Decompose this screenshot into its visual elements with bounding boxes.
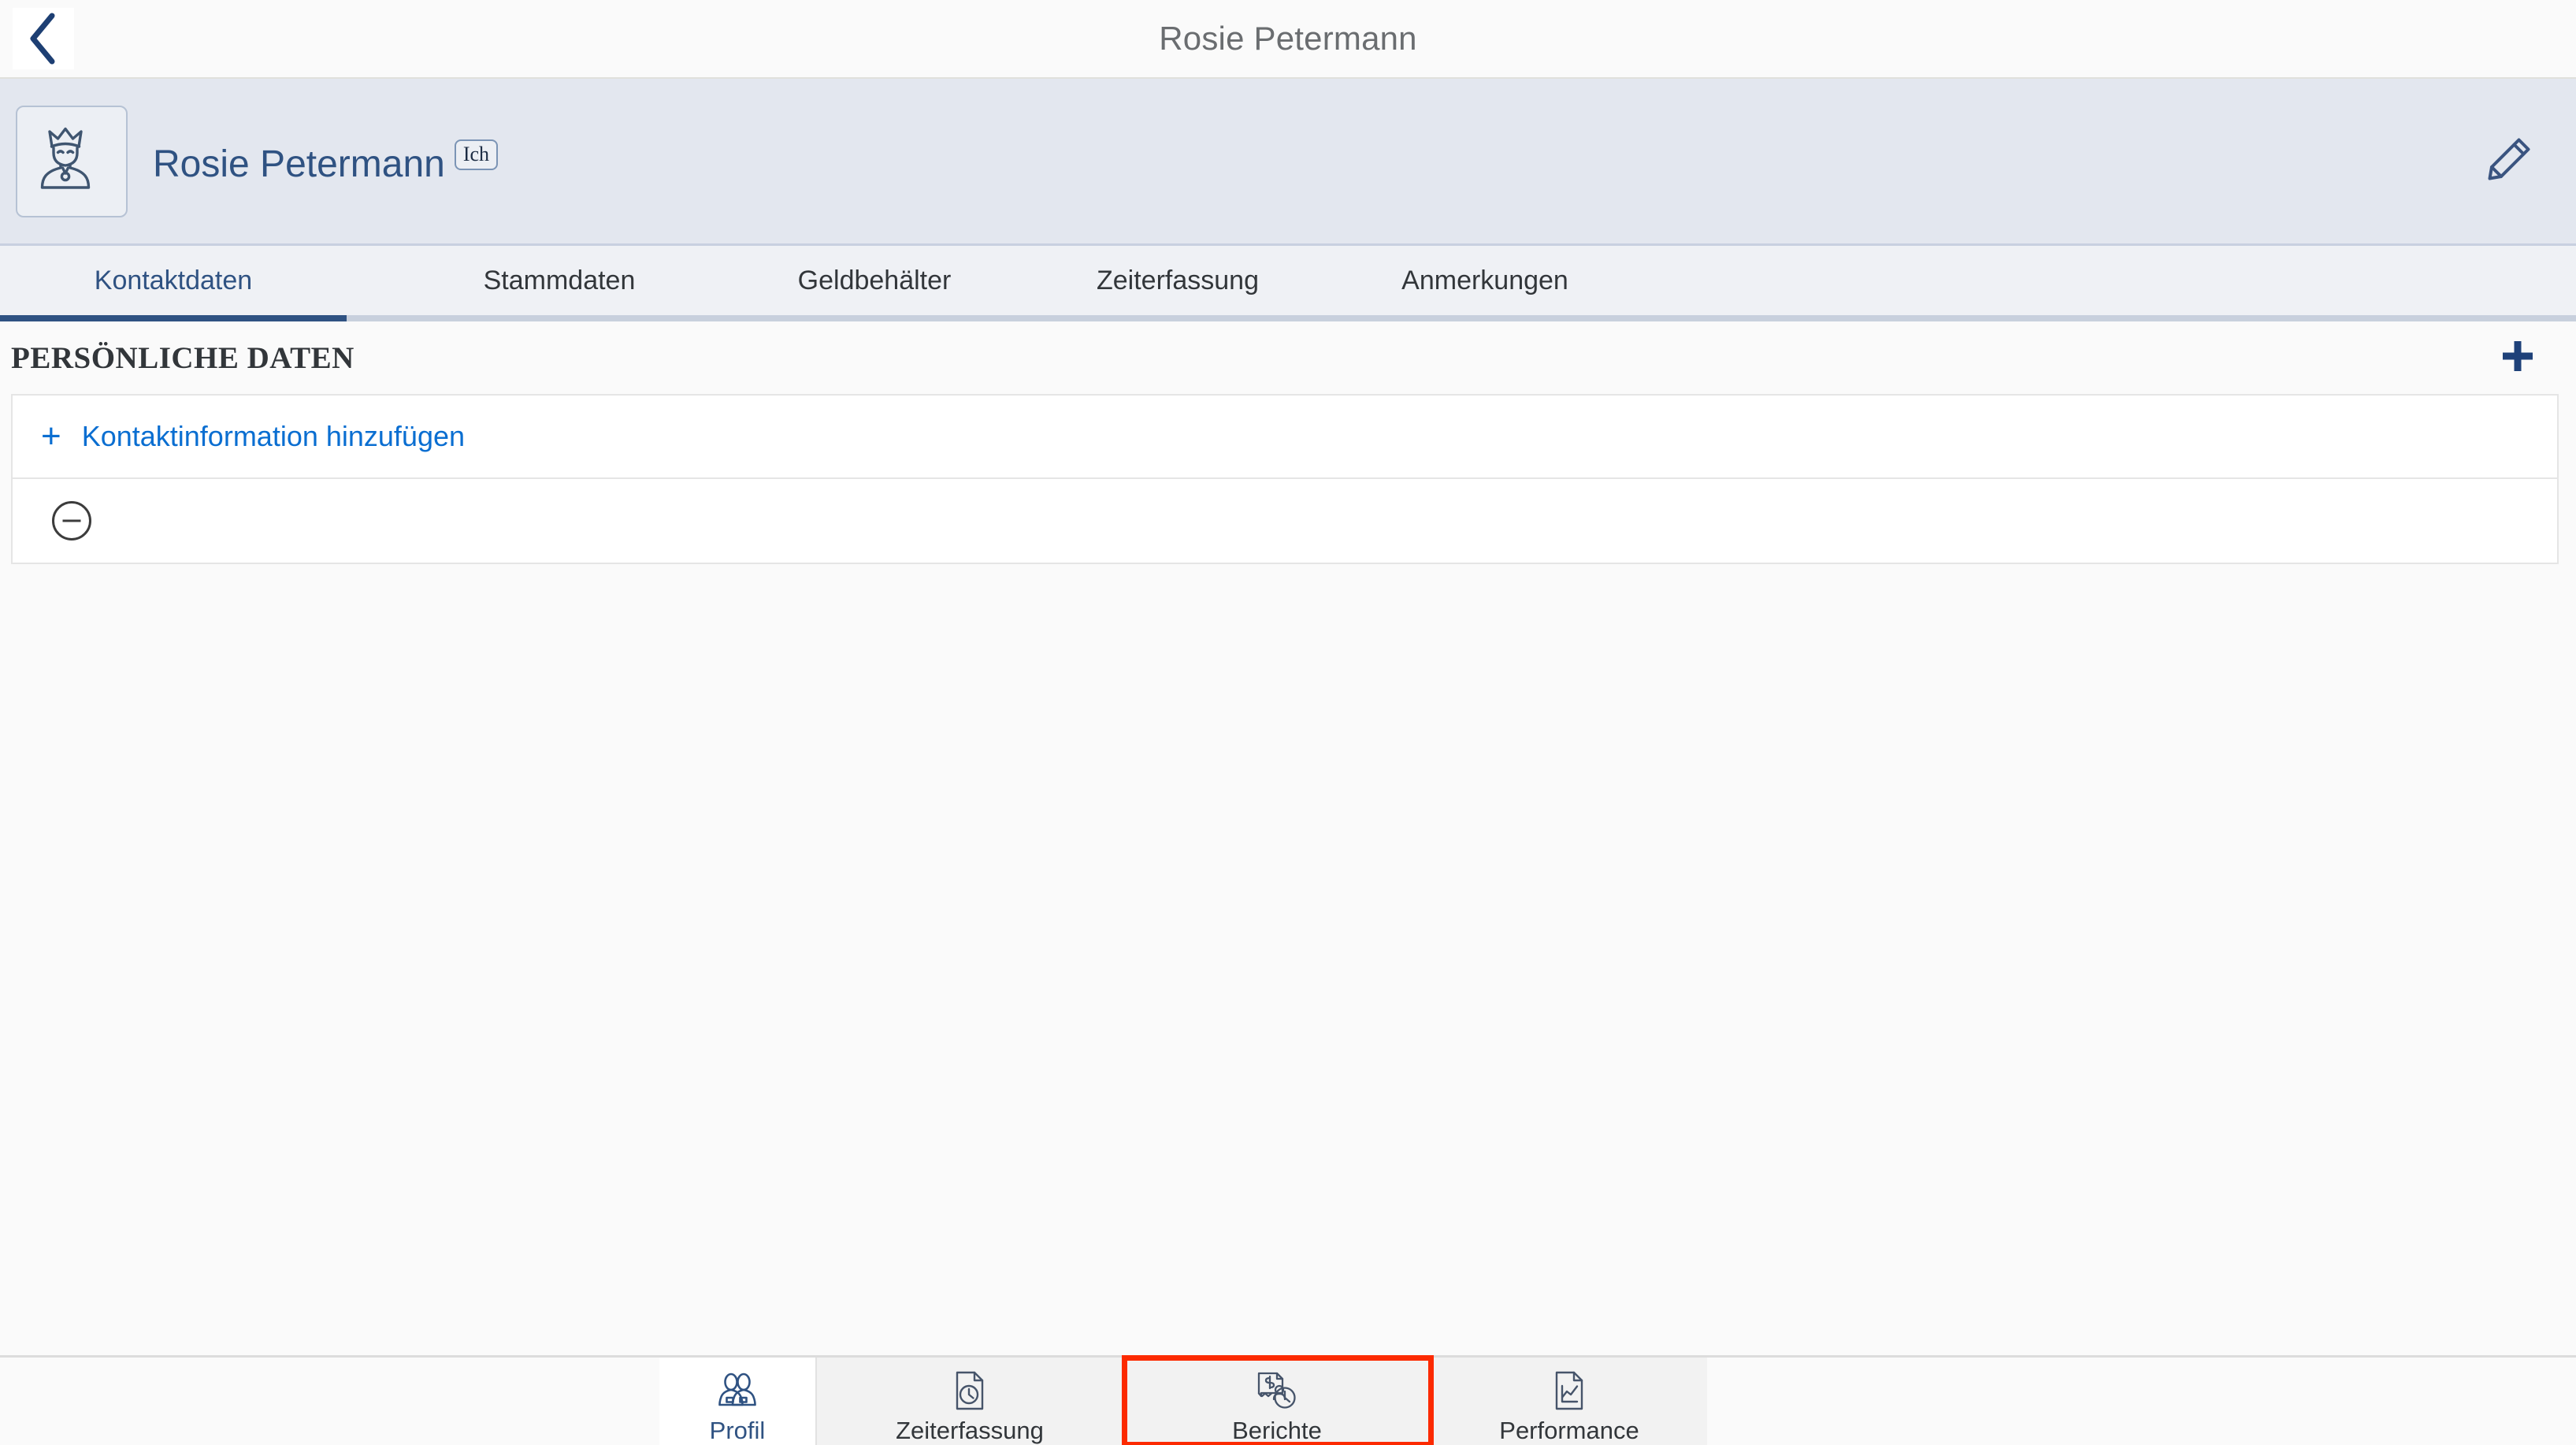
card-list: + Kontaktinformation hinzufügen: [0, 394, 2576, 564]
status-badge[interactable]: Ich: [454, 139, 499, 170]
document-chart-icon: [1552, 1369, 1587, 1413]
nav-item-berichte[interactable]: Berichte: [1122, 1355, 1434, 1445]
nav-label: Performance: [1499, 1417, 1639, 1444]
invoice-person-clock-icon: [1256, 1369, 1297, 1413]
tab-geldbehaelter[interactable]: Geldbehälter: [748, 246, 1000, 315]
tab-kontaktdaten[interactable]: Kontaktdaten: [0, 246, 347, 321]
nav-label: Berichte: [1232, 1417, 1322, 1444]
content-area: PERSÖNLICHE DATEN + Kontaktinformation h…: [0, 321, 2576, 1355]
two-people-icon: [718, 1369, 757, 1413]
section-header: PERSÖNLICHE DATEN: [0, 321, 2576, 394]
nav-left-spacer: [0, 1358, 659, 1445]
tab-zeiterfassung[interactable]: Zeiterfassung: [1040, 246, 1316, 315]
edit-profile-button[interactable]: [2474, 126, 2544, 197]
tab-label: Geldbehälter: [797, 265, 952, 295]
profile-name-group: Rosie Petermann Ich: [153, 139, 499, 185]
circle-minus-icon[interactable]: [50, 500, 93, 542]
avatar[interactable]: [16, 105, 128, 217]
page-title: Rosie Petermann: [1159, 20, 1417, 57]
nav-label: Profil: [709, 1417, 766, 1444]
nav-item-performance[interactable]: Performance: [1431, 1358, 1707, 1445]
contact-entry-row[interactable]: [11, 479, 2559, 564]
add-section-button[interactable]: [2492, 332, 2543, 383]
tab-anmerkungen[interactable]: Anmerkungen: [1347, 246, 1623, 315]
plus-icon: [2497, 336, 2538, 381]
tab-label: Stammdaten: [483, 265, 636, 295]
section-title: PERSÖNLICHE DATEN: [11, 340, 354, 375]
nav-item-profil[interactable]: Profil: [659, 1358, 817, 1445]
nav-right-spacer: [1707, 1358, 2576, 1445]
app-root: Rosie Petermann Rosie Petermann Ich Kont…: [0, 0, 2576, 1445]
chevron-left-icon: [26, 12, 61, 65]
nav-label: Zeiterfassung: [896, 1417, 1044, 1444]
document-clock-icon: [952, 1369, 987, 1413]
add-contact-info-row[interactable]: + Kontaktinformation hinzufügen: [11, 394, 2559, 479]
tab-label: Kontaktdaten: [94, 265, 253, 295]
plus-icon: +: [41, 417, 61, 456]
title-bar: Rosie Petermann: [0, 0, 2576, 79]
add-contact-info-link[interactable]: + Kontaktinformation hinzufügen: [41, 417, 466, 456]
add-contact-info-label: Kontaktinformation hinzufügen: [81, 420, 466, 452]
pencil-edit-icon: [2483, 133, 2535, 189]
profile-header: Rosie Petermann Ich: [0, 79, 2576, 246]
profile-name: Rosie Petermann: [153, 143, 445, 185]
tab-bar: Kontaktdaten Stammdaten Geldbehälter Zei…: [0, 246, 2576, 321]
tab-stammdaten[interactable]: Stammdaten: [433, 246, 685, 315]
back-button[interactable]: [13, 8, 74, 69]
tab-label: Anmerkungen: [1401, 265, 1568, 295]
nav-item-zeiterfassung[interactable]: Zeiterfassung: [817, 1358, 1124, 1445]
bottom-navigation: Profil Zeiterfassung Berichte Performanc…: [0, 1355, 2576, 1445]
crowned-person-avatar-icon: [38, 126, 106, 196]
tab-label: Zeiterfassung: [1097, 265, 1259, 295]
